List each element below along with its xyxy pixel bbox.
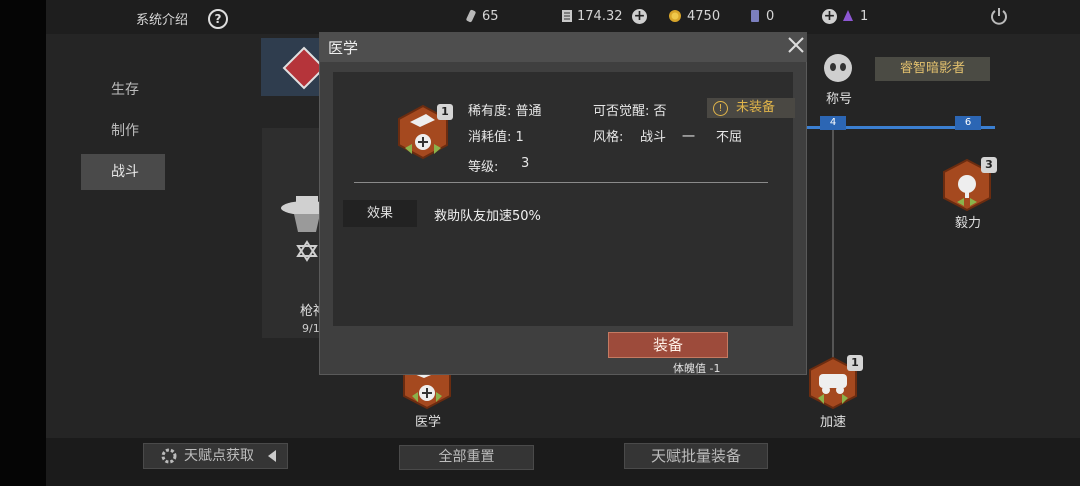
reset-all-button[interactable]: 全部重置 bbox=[399, 445, 534, 470]
modal-level-badge: 1 bbox=[437, 104, 453, 120]
speedup-level-badge: 1 bbox=[847, 355, 863, 371]
style-value-unyielding: 不屈 bbox=[716, 130, 743, 145]
gear-icon bbox=[161, 448, 177, 464]
resource-bullets: 65 bbox=[482, 9, 499, 24]
resource-crystal: 1 bbox=[860, 9, 869, 24]
status-badge: ! 未装备 bbox=[707, 98, 795, 118]
tenacity-level-badge: 3 bbox=[981, 157, 997, 173]
modal-title: 医学 bbox=[328, 39, 359, 57]
resource-cash: 174.32 bbox=[577, 9, 623, 24]
progress-mark-6: 6 bbox=[955, 116, 981, 130]
add-crystal-icon[interactable]: + bbox=[822, 9, 837, 24]
card-icon bbox=[751, 10, 759, 22]
arrow-left-icon bbox=[268, 450, 276, 462]
gold-coin-icon bbox=[669, 10, 681, 22]
level-value: 3 bbox=[521, 156, 530, 171]
tab-effect[interactable]: 效果 bbox=[343, 200, 417, 227]
stamina-cost: 体魄值 -1 bbox=[673, 362, 721, 375]
cost-text: 消耗值: 1 bbox=[468, 130, 524, 145]
tenacity-label: 毅力 bbox=[955, 216, 982, 231]
equip-button[interactable]: 装备 bbox=[608, 332, 728, 358]
bullet-icon bbox=[466, 9, 476, 23]
sidebar-item-crafting[interactable]: 制作 bbox=[81, 113, 165, 149]
resource-gold: 4750 bbox=[687, 9, 721, 24]
tree-connector bbox=[832, 130, 834, 358]
speedup-label: 加速 bbox=[820, 415, 847, 430]
title-label: 称号 bbox=[826, 92, 853, 107]
awaken-text: 可否觉醒: 否 bbox=[593, 104, 667, 119]
batch-equip-button[interactable]: 天赋批量装备 bbox=[624, 443, 768, 469]
talent-points-label: 天赋点获取 bbox=[184, 448, 254, 464]
title-mask-icon bbox=[824, 54, 852, 82]
sidebar-item-survival[interactable]: 生存 bbox=[81, 72, 165, 108]
rarity-text: 稀有度: 普通 bbox=[468, 104, 542, 119]
style-label: 风格: bbox=[593, 130, 624, 145]
title-banner[interactable]: 睿智暗影者 bbox=[875, 57, 990, 81]
effect-description: 救助队友加速50% bbox=[434, 209, 541, 224]
style-value-combat: 战斗 bbox=[640, 130, 667, 145]
close-icon[interactable] bbox=[786, 35, 806, 55]
modal-divider bbox=[354, 182, 768, 183]
sidebar-item-combat[interactable]: 战斗 bbox=[81, 154, 165, 190]
resource-cards: 0 bbox=[766, 9, 775, 24]
left-edge bbox=[0, 0, 46, 486]
modal-header bbox=[319, 32, 807, 62]
progress-mark-4: 4 bbox=[820, 116, 846, 130]
medicine-label: 医学 bbox=[415, 415, 442, 430]
level-label: 等级: bbox=[468, 160, 499, 175]
cash-icon bbox=[562, 10, 572, 22]
power-icon[interactable] bbox=[989, 6, 1009, 26]
top-bar: 系统介绍 ? 65 174.32 + 4750 0 + 1 bbox=[46, 0, 1080, 34]
add-cash-icon[interactable]: + bbox=[632, 9, 647, 24]
help-icon[interactable]: ? bbox=[208, 9, 228, 29]
warning-icon: ! bbox=[713, 101, 728, 116]
style-separator: 一 bbox=[682, 130, 696, 145]
crystal-icon bbox=[843, 10, 853, 21]
status-text: 未装备 bbox=[736, 100, 776, 115]
system-intro-label[interactable]: 系统介绍 bbox=[136, 9, 188, 28]
